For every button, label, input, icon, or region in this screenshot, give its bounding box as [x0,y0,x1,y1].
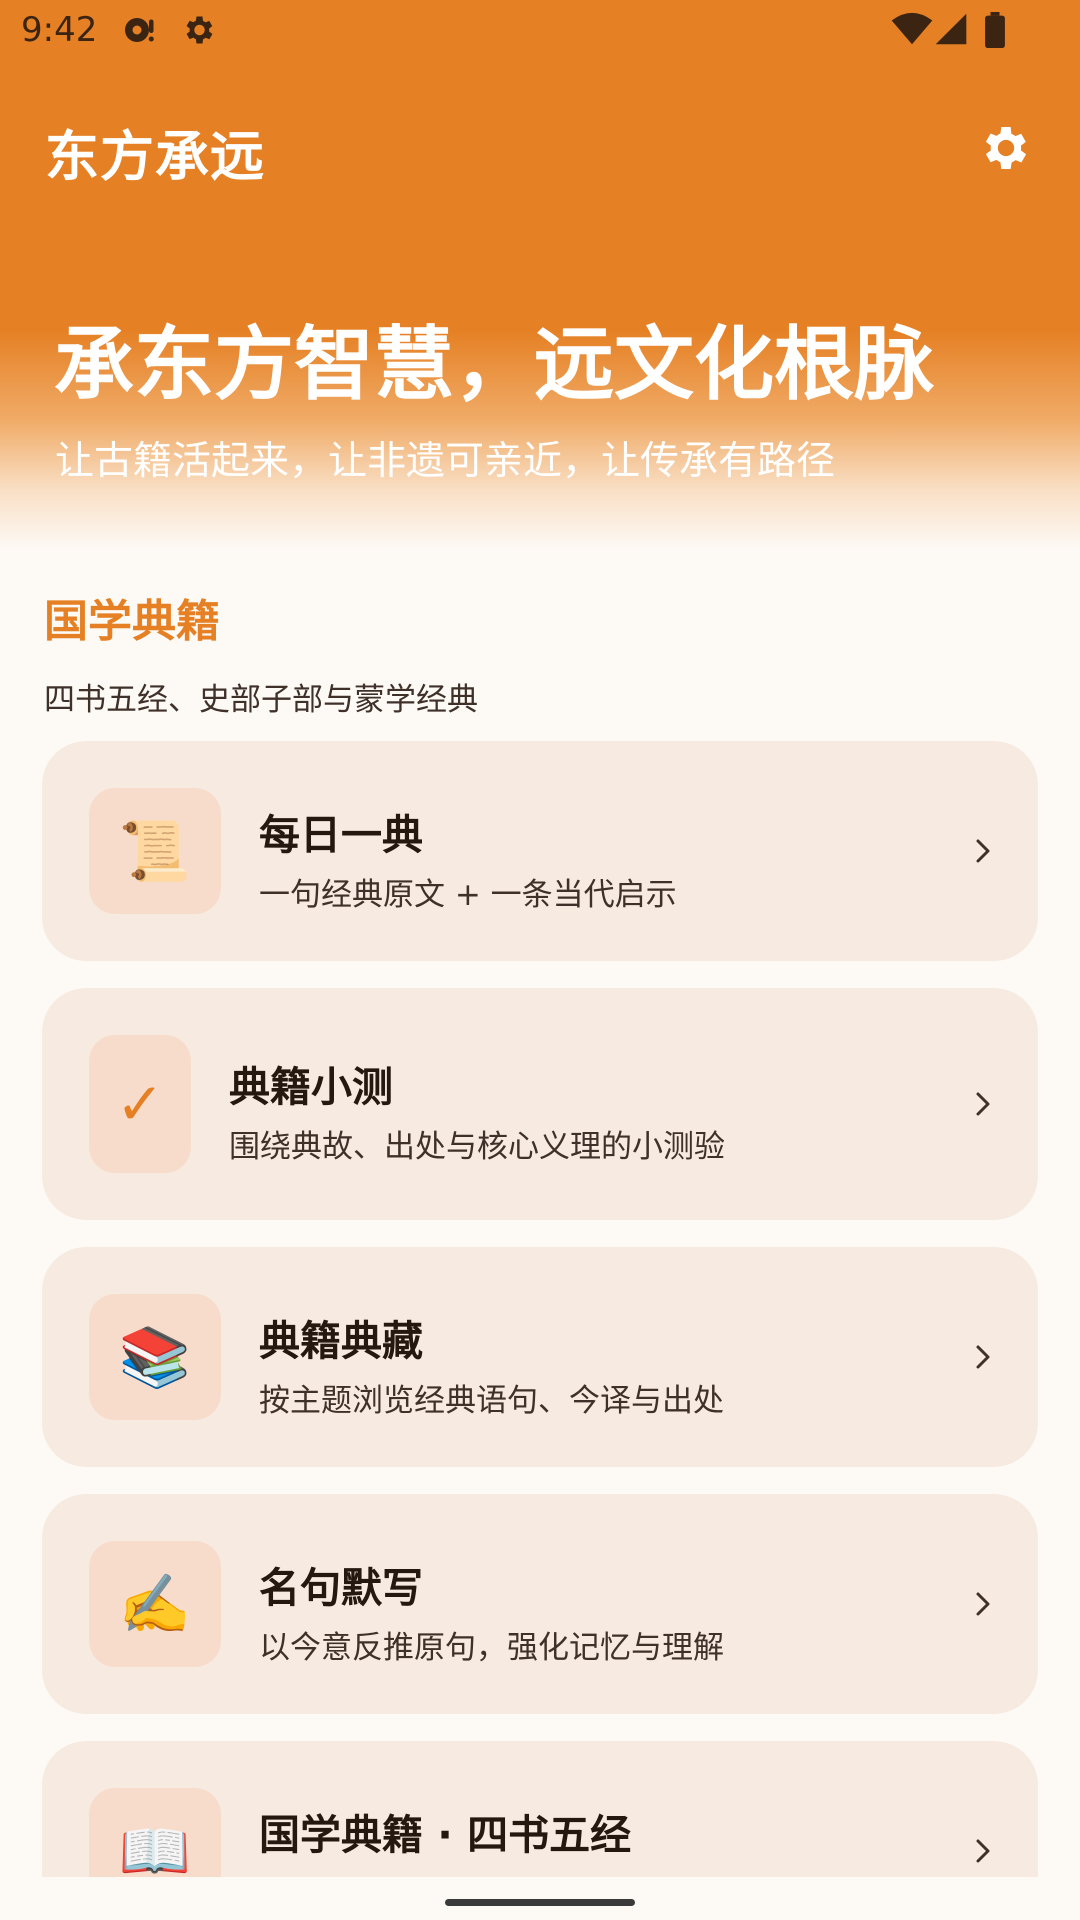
gear-icon [186,16,213,44]
chevron-right-icon [976,1345,990,1369]
home-indicator[interactable] [445,1899,635,1906]
card-description: 围绕典故、出处与核心义理的小测验 [229,1129,725,1165]
hero-subtitle: 让古籍活起来，让非遗可亲近，让传承有路径 [55,439,836,484]
card-title: 名句默写 [259,1564,423,1612]
card-classic-collection[interactable]: 📚 典籍典藏 按主题浏览经典语句、今译与出处 [42,1247,1038,1467]
gear-icon [985,127,1027,169]
hero-title: 承东方智慧，远文化根脉 [54,318,934,411]
card-title: 每日一典 [259,811,423,859]
card-description: 以今意反推原句，强化记忆与理解 [259,1630,724,1666]
card-classic-quiz[interactable]: ✓ 典籍小测 围绕典故、出处与核心义理的小测验 [42,988,1038,1220]
chevron-right-icon [976,1092,990,1116]
checkmark-icon: ✓ [89,1035,191,1173]
card-title: 国学典籍 · 四书五经 [259,1811,632,1859]
settings-button[interactable] [976,118,1036,178]
status-time: 9:42 [21,10,98,50]
scroll-icon: 📜 [89,788,221,914]
section-title: 国学典籍 [44,596,220,647]
chevron-right-icon [976,839,990,863]
card-title: 典籍小测 [229,1063,393,1111]
battery-icon [985,12,1005,48]
chevron-right-icon [976,1839,990,1863]
signal-icon [935,13,967,45]
status-bar: 9:42 [0,0,1080,62]
card-description: 按主题浏览经典语句、今译与出处 [259,1383,724,1419]
books-icon: 📚 [89,1294,221,1420]
card-daily-classic[interactable]: 📜 每日一典 一句经典原文 + 一条当代启示 [42,741,1038,961]
card-description: 一句经典原文 + 一条当代启示 [259,877,677,913]
app-title: 东方承远 [45,125,265,188]
section-description: 四书五经、史部子部与蒙学经典 [44,682,478,718]
card-quote-dictation[interactable]: ✍️ 名句默写 以今意反推原句，强化记忆与理解 [42,1494,1038,1714]
chevron-right-icon [976,1592,990,1616]
writing-hand-icon: ✍️ [89,1541,221,1667]
wifi-icon [891,12,933,45]
card-title: 典籍典藏 [259,1317,423,1365]
sync-disabled-icon [125,18,154,42]
